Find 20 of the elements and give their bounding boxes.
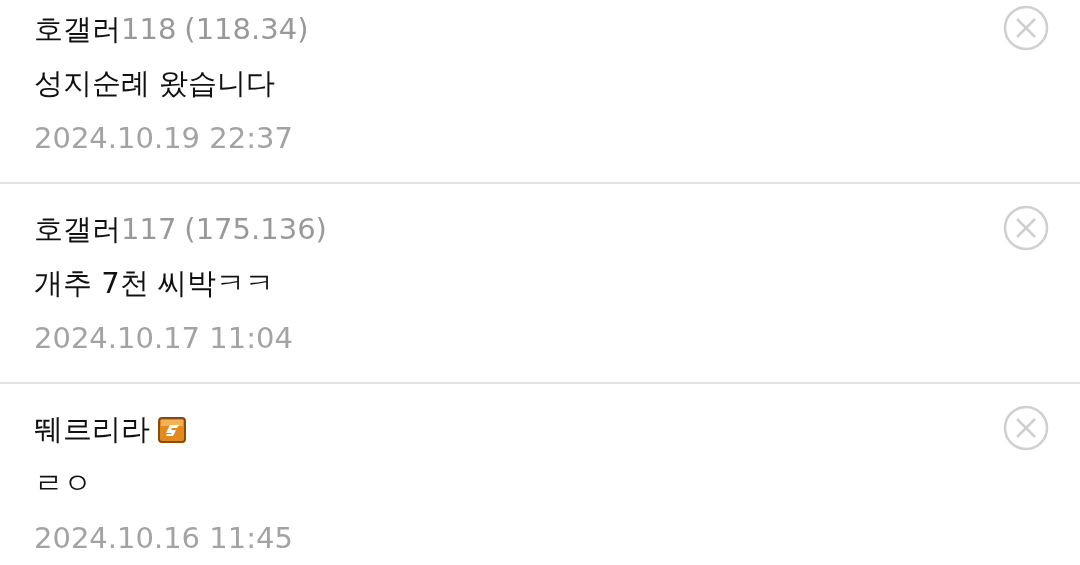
comment-date: 2024.10.19 22:37 (34, 120, 294, 158)
author-name: 호갤러 (34, 211, 121, 249)
delete-button[interactable] (1002, 404, 1050, 452)
comment-date: 2024.10.17 11:04 (34, 320, 294, 358)
close-icon (1002, 404, 1050, 452)
author-number: 117 (121, 211, 177, 249)
delete-button[interactable] (1002, 204, 1050, 252)
ip-address: (175.136) (184, 211, 327, 249)
member-badge-icon (158, 417, 186, 443)
comment-text: 개추 7천 씨박ㅋㅋ (34, 265, 275, 303)
close-icon (1002, 4, 1050, 52)
delete-button[interactable] (1002, 4, 1050, 52)
author-name: 뛔르리라 (34, 411, 150, 449)
comment-date: 2024.10.16 11:45 (34, 520, 293, 558)
comment-text: ㄹㅇ (34, 465, 93, 503)
ip-address: (118.34) (184, 11, 309, 49)
close-icon (1002, 204, 1050, 252)
author-number: 118 (121, 11, 177, 49)
comment-text: 성지순례 왔습니다 (34, 65, 277, 103)
author-name: 호갤러 (34, 11, 121, 49)
